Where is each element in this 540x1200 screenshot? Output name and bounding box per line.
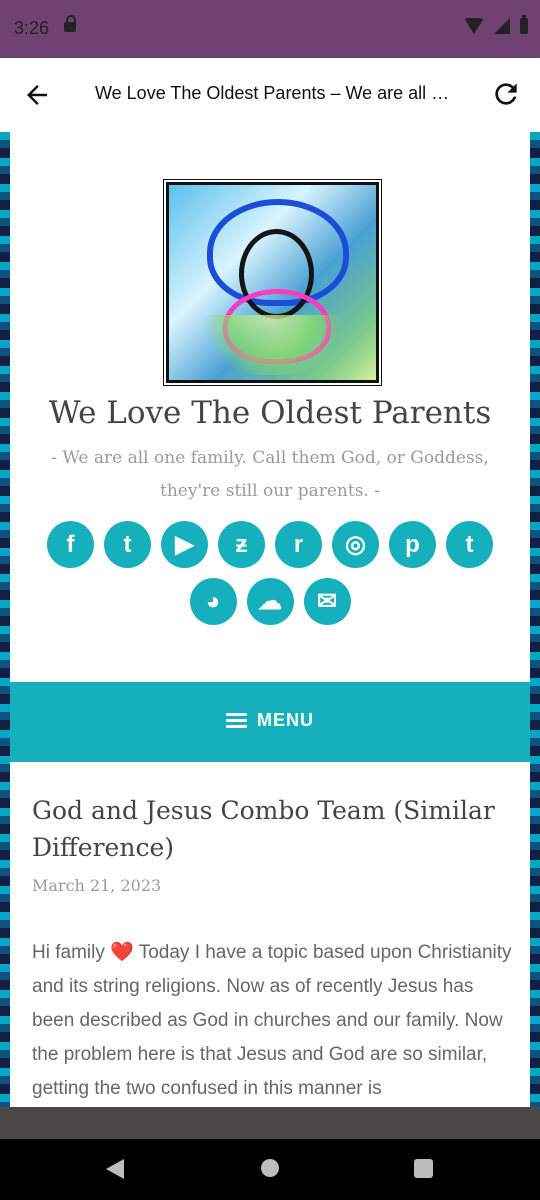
site-title[interactable]: We Love The Oldest Parents [10,395,530,431]
navigation-recents-icon[interactable] [414,1159,433,1178]
pinterest-icon[interactable]: p [389,521,436,568]
bottom-browser-strip [0,1107,540,1139]
battery-icon [520,15,528,34]
tumblr-icon[interactable]: t [446,521,493,568]
signal-icon [494,18,510,34]
left-decorative-pattern [0,132,10,1107]
web-page: We Love The Oldest Parents - We are all … [10,132,530,1107]
post-date[interactable]: March 21, 2023 [32,876,161,895]
wifi-icon [464,18,484,34]
reload-icon[interactable] [490,78,522,110]
menu-button[interactable]: MENU [10,682,530,762]
menu-label: MENU [257,710,314,730]
youtube-icon[interactable]: ▶ [161,521,208,568]
email-icon[interactable]: ✉ [303,578,351,625]
logo-green-shape [195,315,350,375]
status-bar: 3:26 [0,0,540,58]
instagram-icon[interactable]: ◎ [332,521,379,568]
reddit-icon[interactable]: r [275,521,322,568]
soundcloud-icon[interactable]: ☁ [246,578,294,625]
discord-icon[interactable]: ◕ [189,578,237,625]
navigation-home-icon[interactable] [261,1159,279,1177]
page-title: We Love The Oldest Parents – We are all … [95,83,450,103]
deviantart-icon[interactable]: ƶ [218,521,265,568]
right-decorative-pattern [530,132,540,1107]
hamburger-menu-icon [226,713,247,729]
status-time: 3:26 [14,18,50,38]
facebook-icon[interactable]: f [47,521,94,568]
site-tagline: - We are all one family. Call them God, … [51,448,489,501]
status-icons [464,15,528,34]
back-arrow-icon[interactable] [22,80,52,110]
twitter-icon[interactable]: t [104,521,151,568]
social-links: f t ▶ ƶ r ◎ p t ◕ ☁ ✉ [43,521,497,625]
site-logo[interactable] [166,182,379,383]
post-title[interactable]: God and Jesus Combo Team (Similar Differ… [32,792,502,866]
browser-app-bar: We Love The Oldest Parents – We are all … [0,58,540,132]
navigation-back-icon[interactable] [106,1159,124,1179]
lock-icon [64,15,76,32]
post-body: Hi family ❤️ Today I have a topic based … [32,942,512,1099]
